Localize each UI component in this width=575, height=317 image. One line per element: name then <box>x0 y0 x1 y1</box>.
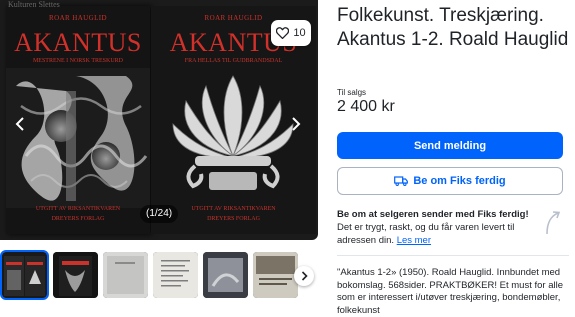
image-counter: (1/24) <box>140 205 179 223</box>
send-message-button[interactable]: Send melding <box>337 132 563 159</box>
favorite-button[interactable]: 10 <box>271 20 311 46</box>
request-fiks-ferdig-button[interactable]: Be om Fiks ferdig <box>337 167 563 195</box>
listing-description: "Akantus 1-2» (1950). Roald Hauglid. Inn… <box>337 267 563 316</box>
status-label: Til salgs <box>337 88 367 97</box>
thumbnail-image <box>153 252 198 298</box>
thumbnail-image <box>203 252 248 298</box>
read-more-link[interactable]: Les mer <box>397 235 431 246</box>
thumbnail[interactable] <box>153 252 198 298</box>
divider <box>337 255 569 256</box>
chevron-right-icon <box>301 271 308 281</box>
chevron-right-icon <box>292 117 301 131</box>
book-publisher: DREYERS FORLAG <box>51 216 105 222</box>
thumbnail[interactable] <box>0 250 49 300</box>
chevron-left-icon <box>15 117 24 131</box>
book-subtitle: FRA HELLAS TIL GUDBRANDSDAL <box>184 58 283 64</box>
thumbnails-next-button[interactable] <box>294 266 314 286</box>
fiks-ferdig-info-bold: Be om at selgeren sender med Fiks ferdig… <box>337 209 529 220</box>
heart-icon <box>276 27 290 39</box>
thumbnail[interactable] <box>53 252 98 298</box>
thumbnail[interactable] <box>203 252 248 298</box>
book-title: AKANTUS <box>14 28 142 57</box>
favorite-count: 10 <box>293 27 306 39</box>
fiks-ferdig-info: Be om at selgeren sender med Fiks ferdig… <box>337 208 537 247</box>
truck-icon <box>394 176 409 186</box>
thumbnail-image <box>53 252 98 298</box>
thumbnail-image <box>103 252 148 298</box>
book-series: UTGITT AV RIKSANTIKVAREN <box>35 206 121 212</box>
thumbnail[interactable] <box>103 252 148 298</box>
curved-arrow-icon <box>546 211 561 235</box>
next-image-button[interactable] <box>288 114 304 134</box>
thumbnail-strip <box>0 250 318 300</box>
thumbnail-image <box>253 252 298 298</box>
image-gallery[interactable]: ROAR HAUGLID AKANTUS MESTRENE I NORSK TR… <box>0 0 318 240</box>
book-subtitle: MESTRENE I NORSK TRESKURD <box>32 58 124 64</box>
request-fiks-ferdig-label: Be om Fiks ferdig <box>413 175 506 187</box>
thumbnail-image <box>2 252 47 298</box>
listing-title: Folkekunst. Treskjæring. Akantus 1-2. Ro… <box>337 5 569 50</box>
price: 2 400 kr <box>337 98 395 115</box>
image-watermark: Kulturen Slettes <box>8 0 60 9</box>
book-author: ROAR HAUGLID <box>49 14 107 22</box>
previous-image-button[interactable] <box>12 114 28 134</box>
thumbnail[interactable] <box>253 252 298 298</box>
